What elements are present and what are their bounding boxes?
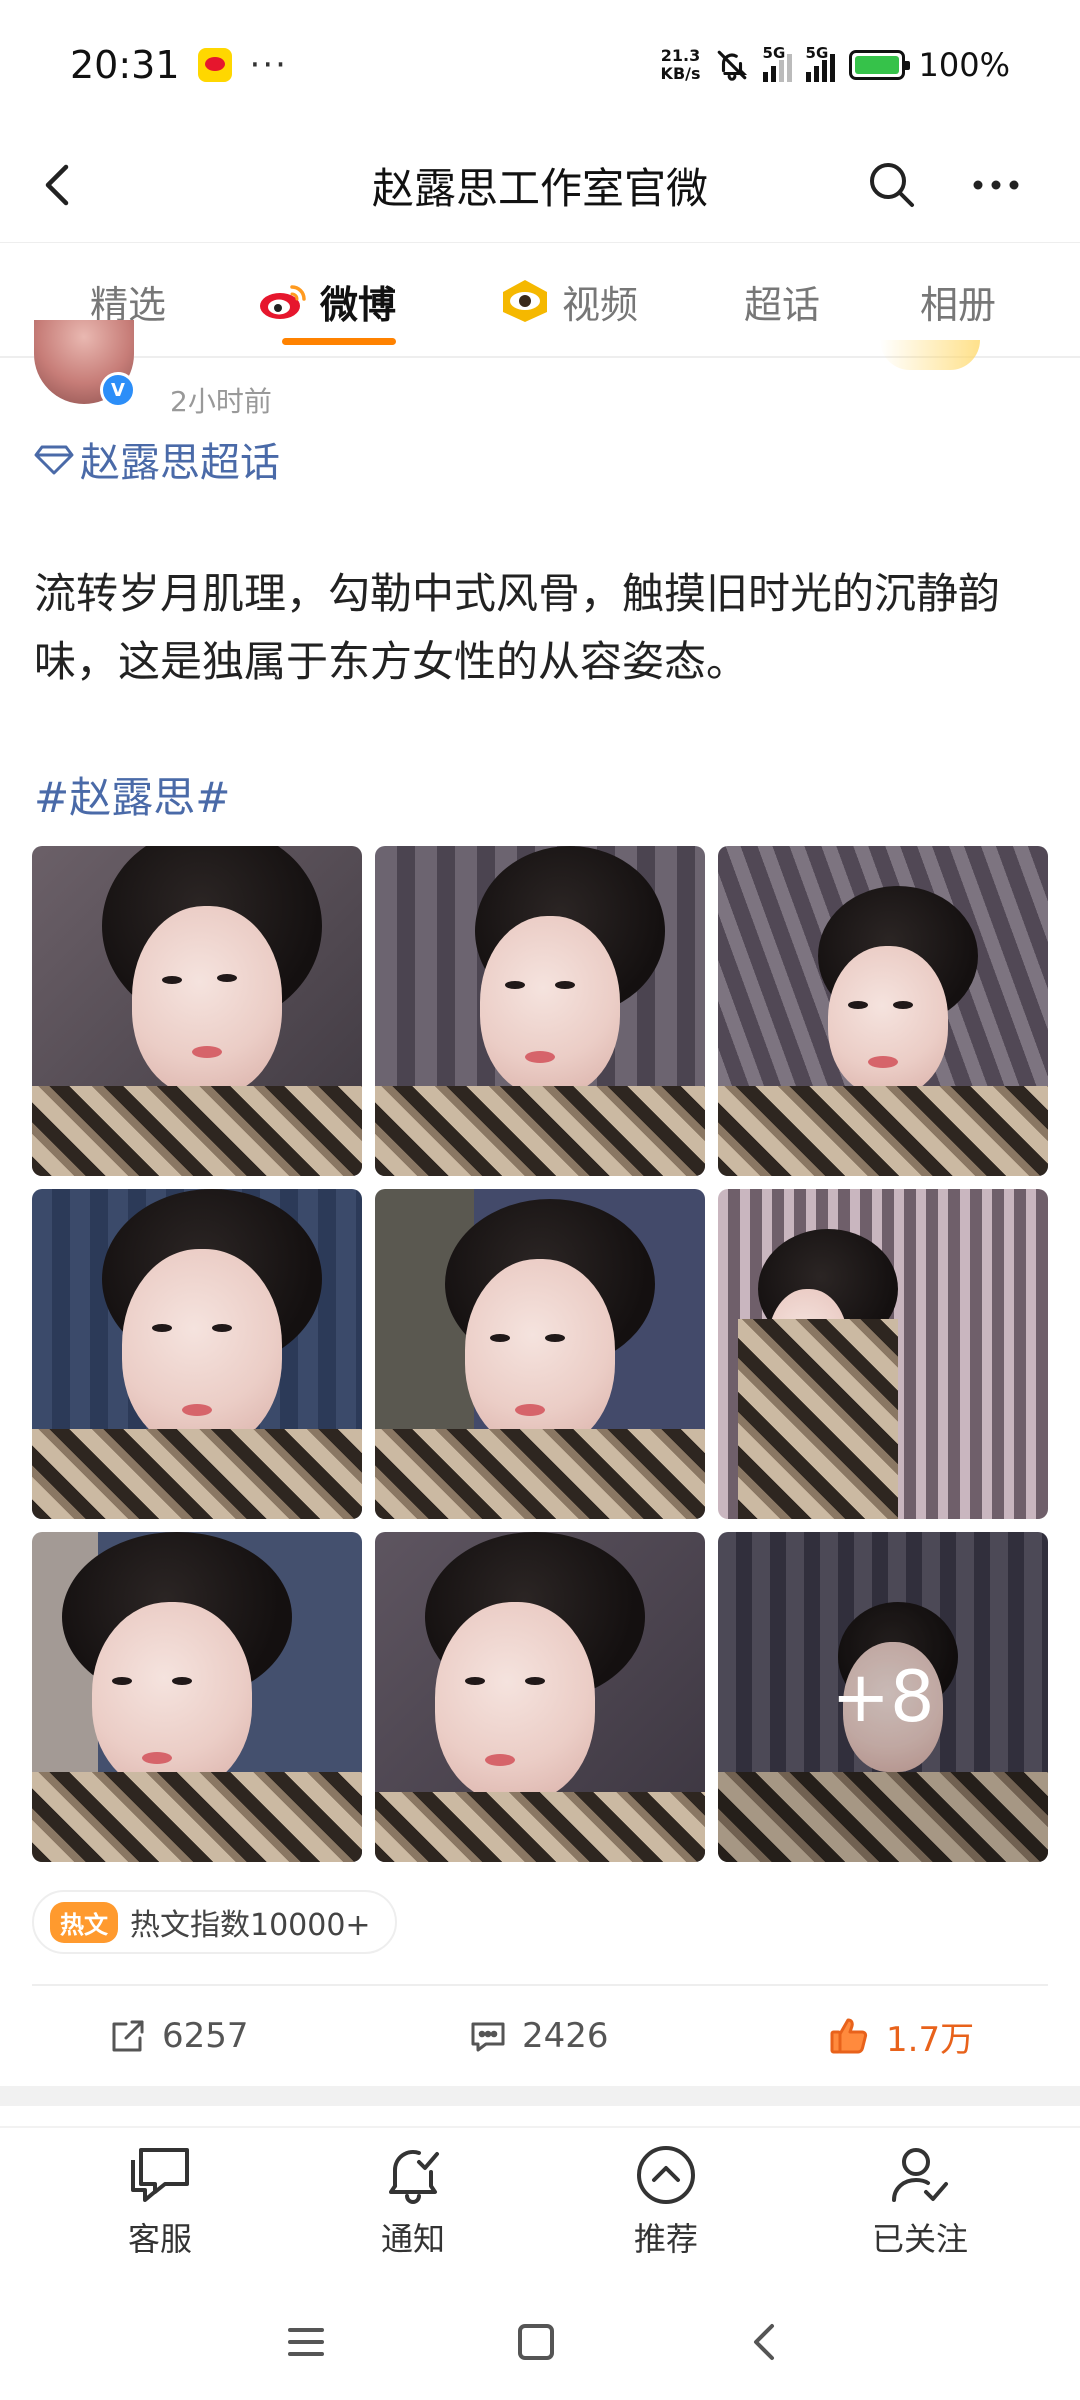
user-check-icon <box>892 2148 948 2202</box>
image-grid: +8 <box>32 846 1048 1862</box>
page-title: 赵露思工作室官微 <box>371 163 708 213</box>
verified-badge-icon: V <box>100 372 136 408</box>
net-speed-value: 21.3 <box>660 46 701 65</box>
sim1-label: 5G <box>762 44 786 62</box>
bell-check-icon <box>389 2149 439 2204</box>
post-image[interactable] <box>375 846 705 1176</box>
nav-label: 已关注 <box>871 2220 968 2258</box>
status-indicators: 21.3 KB/s 5G 5G 100% <box>661 44 1010 84</box>
tab-label: 视频 <box>562 282 639 327</box>
more-horizontal-icon[interactable] <box>966 155 1026 215</box>
sim2-label: 5G <box>805 44 829 62</box>
nav-customer-service[interactable]: 客服 <box>90 2144 230 2260</box>
back-chevron-icon[interactable] <box>30 155 90 215</box>
post-image[interactable] <box>32 1189 362 1519</box>
nav-recommend[interactable]: 推荐 <box>596 2144 736 2260</box>
thumbs-up-icon <box>830 2018 868 2054</box>
weibo-logo-icon <box>260 285 306 319</box>
post-image[interactable] <box>375 1189 705 1519</box>
status-bar: 20:31 ··· 21.3 KB/s 5G 5G 100% <box>0 0 1080 130</box>
post-image[interactable] <box>32 846 362 1176</box>
weibo-notification-icon <box>197 48 232 82</box>
arrow-up-circle-icon <box>637 2146 695 2204</box>
super-topic-link[interactable]: 赵露思超话 <box>34 430 280 488</box>
net-speed-unit: KB/s <box>660 64 701 83</box>
post-image[interactable] <box>375 1532 705 1862</box>
repost-button[interactable]: 6257 <box>108 1986 249 2086</box>
like-button[interactable]: 1.7万 <box>828 1986 974 2086</box>
tab-label: 微博 <box>320 282 397 327</box>
active-tab-indicator <box>282 338 397 345</box>
tab-label: 超话 <box>744 282 821 327</box>
nav-notifications[interactable]: 通知 <box>343 2144 483 2260</box>
post-text: 流转岁月肌理，勾勒中式风骨，触摸旧时光的沉静韵味，这是独属于东方女性的从容姿态。 <box>34 569 1001 686</box>
signal-sim2-icon: 5G <box>805 44 835 82</box>
more-images-count: +8 <box>718 1532 1048 1862</box>
super-topic-label: 赵露思超话 <box>80 440 280 486</box>
hot-index-text: 热文指数10000+ <box>130 1908 371 1943</box>
comment-icon <box>471 2022 505 2052</box>
repost-icon <box>112 2020 144 2052</box>
menu-icon[interactable] <box>276 2312 336 2372</box>
bell-off-icon <box>717 50 747 81</box>
post-image[interactable] <box>718 846 1048 1176</box>
status-more-notifications: ··· <box>249 45 288 85</box>
hashtag-link[interactable]: #赵露思# <box>34 764 230 825</box>
hot-post-badge[interactable]: 热文 热文指数10000+ <box>32 1890 397 1954</box>
comment-count: 2426 <box>522 2016 609 2056</box>
post-image[interactable] <box>718 1189 1048 1519</box>
tab-super-topic[interactable]: 超话 <box>744 243 820 359</box>
system-back-icon[interactable] <box>736 2312 796 2372</box>
post-image-more[interactable]: +8 <box>718 1532 1048 1862</box>
nav-following[interactable]: 已关注 <box>850 2144 990 2260</box>
nav-label: 通知 <box>380 2220 445 2258</box>
section-divider <box>0 2086 1080 2106</box>
net-speed: 21.3 KB/s <box>661 47 701 83</box>
video-eye-icon <box>503 280 547 322</box>
chat-bubble-icon <box>131 2148 189 2202</box>
repost-count: 6257 <box>162 2016 249 2056</box>
post-time: 2小时前 <box>170 385 272 418</box>
hot-tag: 热文 <box>50 1901 118 1943</box>
post-image[interactable] <box>32 1532 362 1862</box>
bottom-nav: 客服 通知 推荐 已关注 <box>0 2126 1080 2276</box>
card-decoration <box>880 340 980 370</box>
diamond-icon <box>34 445 74 475</box>
tab-weibo[interactable]: 微博 <box>258 243 397 359</box>
signal-sim1-icon: 5G <box>762 44 792 82</box>
system-navigation-bar <box>0 2290 1080 2400</box>
tab-video[interactable]: 视频 <box>500 243 638 359</box>
post-action-bar: 6257 2426 1.7万 <box>32 1984 1048 2084</box>
battery-icon <box>848 50 910 80</box>
top-header: 赵露思工作室官微 <box>0 130 1080 240</box>
home-square-icon[interactable] <box>506 2312 566 2372</box>
battery-percent: 100% <box>918 46 1010 84</box>
like-count: 1.7万 <box>886 2019 975 2060</box>
search-icon[interactable] <box>862 155 922 215</box>
nav-label: 客服 <box>127 2220 192 2258</box>
nav-label: 推荐 <box>633 2220 698 2258</box>
status-time: 20:31 <box>70 43 180 87</box>
comment-button[interactable]: 2426 <box>468 1986 609 2086</box>
tab-label: 相册 <box>920 282 997 327</box>
